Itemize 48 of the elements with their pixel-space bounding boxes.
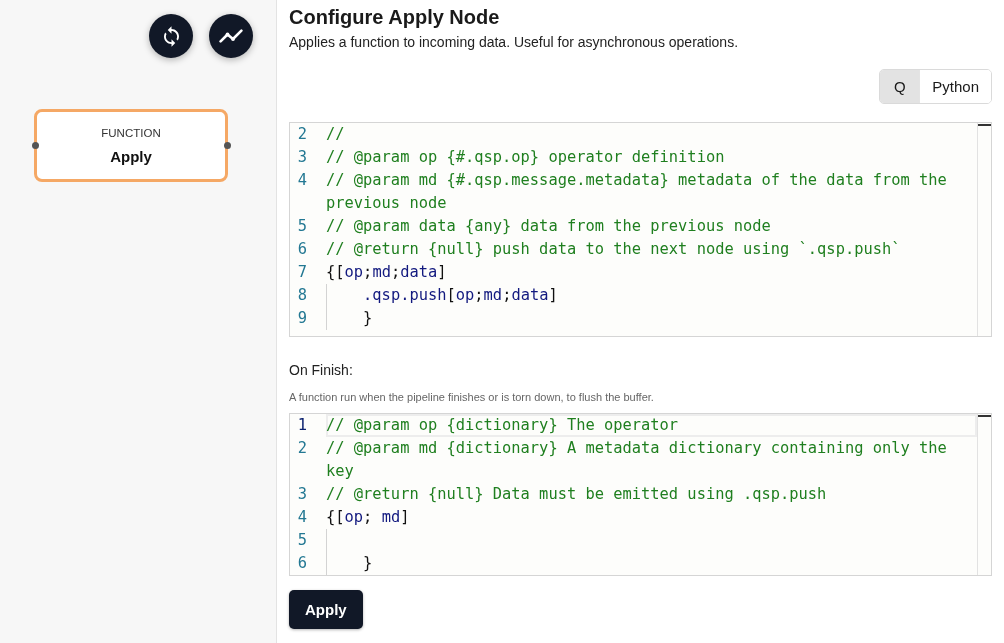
section-label: On Finish: xyxy=(289,361,354,379)
line-number: 5 xyxy=(296,530,308,551)
code-line: // @return {null} push data to the next node using `.qsp.push` xyxy=(326,239,902,260)
node-card[interactable]: FUNCTION Apply xyxy=(34,109,228,182)
line-number: 7 xyxy=(296,262,308,283)
code-line: } xyxy=(326,307,977,330)
line-number: 6 xyxy=(296,239,308,260)
line-number: 2 xyxy=(296,124,308,145)
language-toggle[interactable]: Q Python xyxy=(879,69,992,104)
node-type-label: FUNCTION xyxy=(101,125,161,140)
scrollbar[interactable] xyxy=(977,123,991,336)
code-line: // @param md {dictionary} A metadata dictionary containing only the key xyxy=(326,438,948,482)
port-dot-icon[interactable] xyxy=(31,142,39,149)
code-line: .qsp.push[op;md;data] xyxy=(326,284,977,307)
language-tab[interactable]: Q xyxy=(880,70,920,103)
code-line: // @param op {#.qsp.op} operator definition xyxy=(326,147,726,168)
scrollbar[interactable] xyxy=(977,414,991,575)
line-number: 6 xyxy=(296,553,308,574)
panel-description: Applies a function to incoming data. Useful for asynchronous operations. xyxy=(289,33,740,51)
section-hint: A function run when the pipeline finishes or is torn down, to flush the buffer. xyxy=(289,390,655,404)
code-line: {[op; md] xyxy=(326,507,411,528)
refresh-button[interactable] xyxy=(149,14,193,58)
refresh-icon xyxy=(163,25,179,47)
apply-button[interactable]: Apply xyxy=(289,590,363,629)
code-line: // xyxy=(326,124,346,145)
port-dot-icon[interactable] xyxy=(223,142,231,149)
code-line: // @param md {#.qsp.message.metadata} metadata of the data from the previous node xyxy=(326,170,948,214)
chart-button[interactable] xyxy=(209,14,253,58)
node-name: Apply xyxy=(110,147,152,166)
line-number: 4 xyxy=(296,170,308,191)
line-number: 1 xyxy=(296,415,308,436)
code-line: {[op;md;data] xyxy=(326,262,448,283)
code-line: // @param op {dictionary} The operator xyxy=(326,414,977,437)
code-editor[interactable]: 1 // @param op {dictionary} The operator 2 // @param md {dictionary} A metadata dictionary containing only the key 3 // @return {null} Data must be emitted using .qsp.push 4 {[op; md] 5 6 } xyxy=(289,413,992,576)
line-number: 3 xyxy=(296,147,308,168)
line-number: 5 xyxy=(296,216,308,237)
language-tab[interactable]: Python xyxy=(919,70,991,103)
panel-title: Configure Apply Node xyxy=(289,5,501,29)
code-line: // @return {null} Data must be emitted using .qsp.push xyxy=(326,484,828,505)
line-number: 2 xyxy=(296,438,308,459)
line-number: 8 xyxy=(296,285,308,306)
line-number: 9 xyxy=(296,308,308,329)
code-editor[interactable] xyxy=(289,122,992,337)
trend-line-icon xyxy=(219,29,243,43)
code-line: // @param data {any} data from the previous node xyxy=(326,216,772,237)
code-line: } xyxy=(326,552,977,575)
line-number: 3 xyxy=(296,484,308,505)
line-number: 4 xyxy=(296,507,308,528)
